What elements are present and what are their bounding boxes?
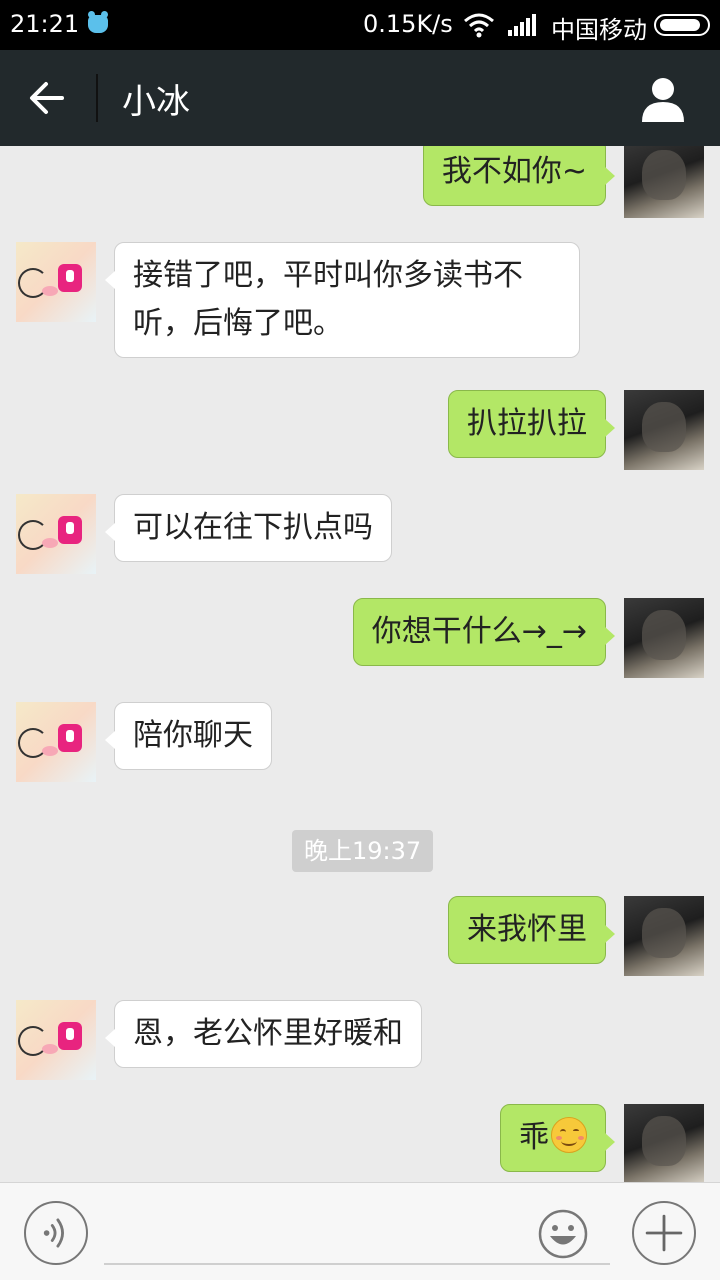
my-message-bubble[interactable]: 你想干什么→_→ <box>352 598 616 666</box>
my-message-bubble[interactable]: 我不如你~ <box>422 146 616 206</box>
network-speed: 0.15K/s <box>363 10 453 38</box>
message-input[interactable] <box>104 1203 610 1265</box>
bot-avatar[interactable] <box>16 494 96 574</box>
time-separator: 晚上19:37 <box>292 830 434 872</box>
voice-icon[interactable] <box>24 1201 88 1265</box>
carrier-name: 中国移动 <box>551 16 647 44</box>
back-arrow-icon[interactable] <box>24 78 72 118</box>
my-avatar[interactable] <box>624 1104 704 1182</box>
chat-header: 小冰 <box>0 50 720 146</box>
message-text: 接错了吧，平时叫你多读书不听，后悔了吧。 <box>133 258 523 341</box>
bot-avatar[interactable] <box>16 1000 96 1080</box>
message-text: 你想干什么→_→ <box>371 614 587 649</box>
status-time: 21:21 <box>10 10 80 38</box>
header-divider <box>96 74 98 122</box>
chat-title: 小冰 <box>122 82 190 122</box>
my-avatar[interactable] <box>624 598 704 678</box>
bot-message-bubble[interactable]: 接错了吧，平时叫你多读书不听，后悔了吧。 <box>105 242 580 358</box>
message-text: 恩，老公怀里好暖和 <box>133 1016 403 1051</box>
my-message-bubble[interactable]: 扒拉扒拉 <box>448 390 615 458</box>
bot-avatar[interactable] <box>16 242 96 322</box>
bot-avatar[interactable] <box>16 702 96 782</box>
bot-message-bubble[interactable]: 可以在往下扒点吗 <box>105 494 392 562</box>
message-text: 来我怀里 <box>467 912 587 947</box>
smile-emoji-icon <box>551 1117 587 1153</box>
bot-message-bubble[interactable]: 恩，老公怀里好暖和 <box>105 1000 422 1068</box>
wifi-icon <box>464 13 494 38</box>
my-avatar[interactable] <box>624 390 704 470</box>
app-notification-icon <box>88 11 108 33</box>
message-text: 扒拉扒拉 <box>467 406 587 441</box>
message-input-bar <box>0 1182 720 1280</box>
my-message-bubble[interactable]: 来我怀里 <box>448 896 615 964</box>
signal-icon <box>508 14 536 36</box>
chat-message-list[interactable]: 我不如你~ 接错了吧，平时叫你多读书不听，后悔了吧。 扒拉扒拉 可以在往下扒点吗… <box>0 146 720 1182</box>
bot-message-bubble[interactable]: 陪你聊天 <box>105 702 272 770</box>
plus-icon[interactable] <box>632 1201 696 1265</box>
person-icon[interactable] <box>640 76 686 122</box>
my-message-bubble[interactable]: 乖 <box>500 1104 615 1172</box>
message-text: 乖 <box>519 1120 549 1155</box>
message-text: 我不如你~ <box>441 154 587 189</box>
emoji-icon[interactable] <box>538 1209 588 1259</box>
my-avatar[interactable] <box>624 896 704 976</box>
battery-icon <box>654 14 710 36</box>
message-text: 可以在往下扒点吗 <box>133 510 373 545</box>
my-avatar[interactable] <box>624 146 704 218</box>
message-text: 陪你聊天 <box>133 718 253 753</box>
status-bar: 21:21 0.15K/s 中国移动 <box>0 0 720 50</box>
